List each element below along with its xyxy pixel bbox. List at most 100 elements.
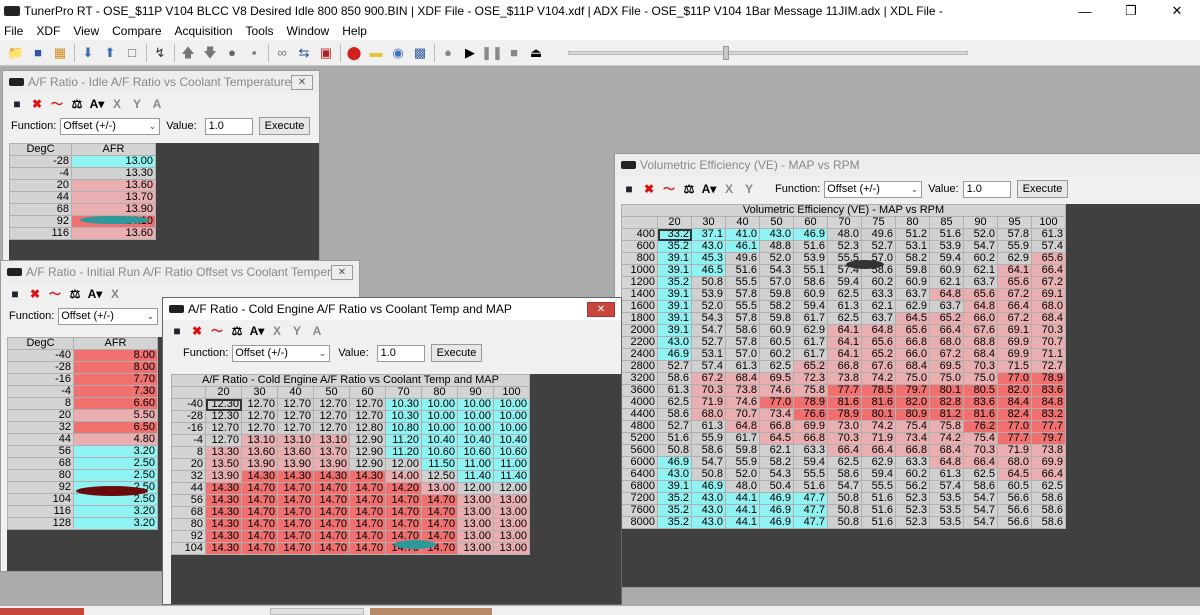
table-cell[interactable]: 14.70 xyxy=(313,518,350,531)
table-cell[interactable]: 46.9 xyxy=(657,456,692,469)
table-cell[interactable]: 70.3 xyxy=(827,432,862,445)
table-cell[interactable]: 43.0 xyxy=(691,516,726,529)
table-cell[interactable]: 53.1 xyxy=(895,240,930,253)
table-cell[interactable]: 51.6 xyxy=(861,516,896,529)
table-cell[interactable]: 12.70 xyxy=(241,410,278,423)
table-cell[interactable]: 68.0 xyxy=(997,456,1032,469)
table-cell[interactable]: 12.00 xyxy=(385,458,422,471)
table-cell[interactable]: 77.0 xyxy=(997,372,1032,385)
ve-titlebar[interactable]: Volumetric Efficiency (VE) - MAP vs RPM xyxy=(615,154,1200,176)
table-cell[interactable]: 41.0 xyxy=(725,228,760,241)
table-cell[interactable]: 61.3 xyxy=(827,300,862,313)
table-cell[interactable]: 62.5 xyxy=(759,360,794,373)
graph-icon[interactable]: 〜 xyxy=(49,96,65,112)
table-cell[interactable]: 76.6 xyxy=(793,408,828,421)
table-cell[interactable]: 54.7 xyxy=(963,516,998,529)
table-cell[interactable]: 10.00 xyxy=(493,398,530,411)
table-cell[interactable]: 62.1 xyxy=(759,444,794,457)
table-cell[interactable]: 52.3 xyxy=(895,492,930,505)
table-cell[interactable]: 84.4 xyxy=(997,396,1032,409)
table-cell[interactable]: 72.3 xyxy=(793,372,828,385)
table-cell[interactable]: 59.4 xyxy=(793,300,828,313)
table-cell[interactable]: 60.9 xyxy=(929,264,964,277)
table-cell[interactable]: 64.8 xyxy=(861,324,896,337)
table-cell[interactable]: 74.6 xyxy=(759,384,794,397)
table-cell[interactable]: 59.8 xyxy=(725,444,760,457)
table-cell[interactable]: 10.00 xyxy=(421,410,458,423)
table-cell[interactable]: 48.8 xyxy=(759,240,794,253)
table-cell[interactable]: 55.9 xyxy=(725,456,760,469)
table-cell[interactable]: 13.10 xyxy=(313,434,350,447)
table-cell[interactable]: 65.6 xyxy=(997,276,1032,289)
table-cell[interactable]: 14.70 xyxy=(421,506,458,519)
table-cell[interactable]: 14.70 xyxy=(241,530,278,543)
table-cell[interactable]: 82.0 xyxy=(895,396,930,409)
table-cell[interactable]: 58.2 xyxy=(759,456,794,469)
table-cell[interactable]: 46.1 xyxy=(725,240,760,253)
table-cell[interactable]: 56.6 xyxy=(997,492,1032,505)
table-cell[interactable]: 13.60 xyxy=(71,179,156,192)
table-cell[interactable]: 58.6 xyxy=(963,480,998,493)
table-cell[interactable]: 43.0 xyxy=(691,492,726,505)
chip-icon[interactable]: ▣ xyxy=(318,45,334,61)
table-cell[interactable]: 3.20 xyxy=(73,517,158,530)
playback-slider[interactable] xyxy=(568,45,968,60)
table-cell[interactable]: 52.0 xyxy=(691,300,726,313)
table-cell[interactable]: 12.90 xyxy=(349,458,386,471)
table-cell[interactable]: 7.70 xyxy=(73,373,158,386)
menu-acquisition[interactable]: Acquisition xyxy=(175,24,233,38)
table-cell[interactable]: 59.8 xyxy=(895,264,930,277)
table-cell[interactable]: 11.00 xyxy=(457,458,494,471)
table-cell[interactable]: 66.4 xyxy=(929,324,964,337)
disk-icon[interactable]: ▪ xyxy=(246,45,262,61)
table-cell[interactable]: 14.70 xyxy=(277,482,314,495)
table-cell[interactable]: 57.0 xyxy=(759,276,794,289)
table-cell[interactable]: 70.3 xyxy=(1031,324,1066,337)
table-cell[interactable]: 55.5 xyxy=(793,468,828,481)
table-cell[interactable]: 11.20 xyxy=(385,446,422,459)
execute-button[interactable]: Execute xyxy=(430,344,483,362)
table-cell[interactable]: 46.9 xyxy=(759,492,794,505)
table-cell[interactable]: 14.70 xyxy=(277,542,314,555)
table-cell[interactable]: 13.00 xyxy=(457,542,494,555)
table-cell[interactable]: 62.1 xyxy=(963,264,998,277)
scale-icon[interactable]: ⚖ xyxy=(229,323,245,339)
table-cell[interactable]: 65.6 xyxy=(1031,252,1066,265)
value-input[interactable] xyxy=(376,344,425,362)
table-cell[interactable]: 57.4 xyxy=(929,480,964,493)
table-cell[interactable]: 69.9 xyxy=(1031,456,1066,469)
import-icon[interactable]: ⬇ xyxy=(80,45,96,61)
table-cell[interactable]: 75.0 xyxy=(963,372,998,385)
table-cell[interactable]: 11.20 xyxy=(385,434,422,447)
table-cell[interactable]: 52.0 xyxy=(963,228,998,241)
table-cell[interactable]: 73.4 xyxy=(759,408,794,421)
table-cell[interactable]: 14.70 xyxy=(349,542,386,555)
table-cell[interactable]: 84.8 xyxy=(1031,396,1066,409)
emulator-icon[interactable]: ◉ xyxy=(390,45,406,61)
table-cell[interactable]: 68.8 xyxy=(963,336,998,349)
table-cell[interactable]: 65.6 xyxy=(861,336,896,349)
table-cell[interactable]: 66.4 xyxy=(827,444,862,457)
table-cell[interactable]: 14.30 xyxy=(205,542,242,555)
table-cell[interactable]: 52.3 xyxy=(895,504,930,517)
new-icon[interactable]: □ xyxy=(124,45,140,61)
table-cell[interactable]: 59.4 xyxy=(793,456,828,469)
table-cell[interactable]: 53.5 xyxy=(929,516,964,529)
table-cell[interactable]: 6.50 xyxy=(73,421,158,434)
table-cell[interactable]: 70.7 xyxy=(725,408,760,421)
table-cell[interactable]: 63.3 xyxy=(861,288,896,301)
table-cell[interactable]: 12.90 xyxy=(349,446,386,459)
table-cell[interactable]: 35.2 xyxy=(657,504,692,517)
table-cell[interactable]: 35.2 xyxy=(657,516,692,529)
scale-icon[interactable]: ⚖ xyxy=(681,181,697,197)
table-cell[interactable]: 8.00 xyxy=(73,349,158,362)
table-cell[interactable]: 70.7 xyxy=(1031,336,1066,349)
table-cell[interactable]: 49.6 xyxy=(725,252,760,265)
table-cell[interactable]: 46.9 xyxy=(793,228,828,241)
table-cell[interactable]: 63.3 xyxy=(895,456,930,469)
table-cell[interactable]: 66.8 xyxy=(895,444,930,457)
table-cell[interactable]: 50.8 xyxy=(691,276,726,289)
table-cell[interactable]: 13.60 xyxy=(71,227,156,240)
table-cell[interactable]: 46.9 xyxy=(657,348,692,361)
table-cell[interactable]: 61.3 xyxy=(657,384,692,397)
